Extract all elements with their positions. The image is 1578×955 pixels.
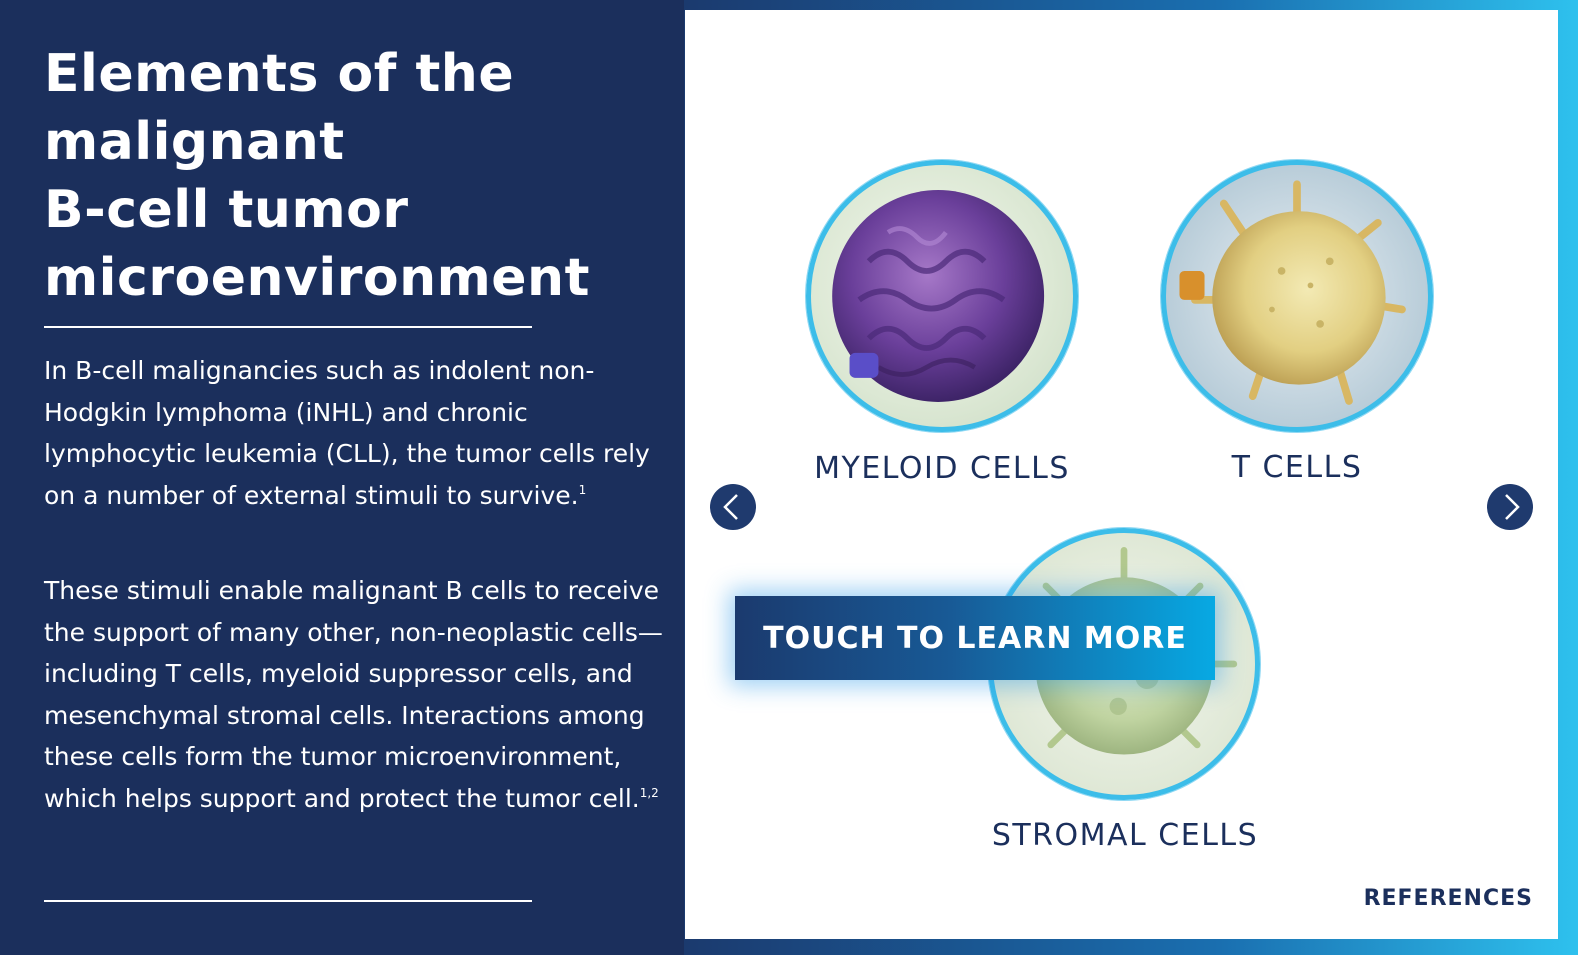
myeloid-cell-illustration — [832, 190, 1045, 402]
title-line: Elements of the — [44, 44, 515, 104]
bottom-divider — [44, 900, 532, 902]
next-button[interactable] — [1487, 484, 1533, 530]
intro-paragraph: In B-cell malignancies such as indolent … — [44, 350, 664, 516]
left-panel: Elements of the malignant B-cell tumor m… — [0, 0, 684, 955]
myeloid-cells-label[interactable]: MYELOID CELLS — [780, 451, 1104, 486]
detail-paragraph: These stimuli enable malignant B cells t… — [44, 570, 664, 819]
title-line: microenvironment — [44, 248, 590, 308]
chevron-left-icon — [723, 494, 738, 520]
footnote-ref: 1,2 — [639, 785, 659, 800]
intro-text: In B-cell malignancies such as indolent … — [44, 356, 650, 510]
footnote-ref: 1 — [578, 482, 587, 497]
myeloid-cell-image[interactable] — [806, 160, 1078, 432]
detail-text: These stimuli enable malignant B cells t… — [44, 576, 663, 813]
title-divider — [44, 326, 532, 328]
chevron-right-icon — [1505, 494, 1520, 520]
t-cell-illustration — [1179, 180, 1406, 405]
title-line: B-cell tumor — [44, 180, 409, 240]
touch-to-learn-more-button[interactable]: TOUCH TO LEARN MORE — [735, 596, 1215, 680]
cta-label: TOUCH TO LEARN MORE — [763, 620, 1187, 656]
page-title: Elements of the malignant B-cell tumor m… — [44, 40, 644, 312]
title-line: malignant — [44, 112, 345, 172]
references-link[interactable]: REFERENCES — [1340, 886, 1533, 911]
previous-button[interactable] — [710, 484, 756, 530]
t-cell-image[interactable] — [1161, 160, 1433, 432]
stromal-cells-label[interactable]: STROMAL CELLS — [963, 818, 1287, 853]
t-cells-label[interactable]: T CELLS — [1135, 450, 1459, 485]
